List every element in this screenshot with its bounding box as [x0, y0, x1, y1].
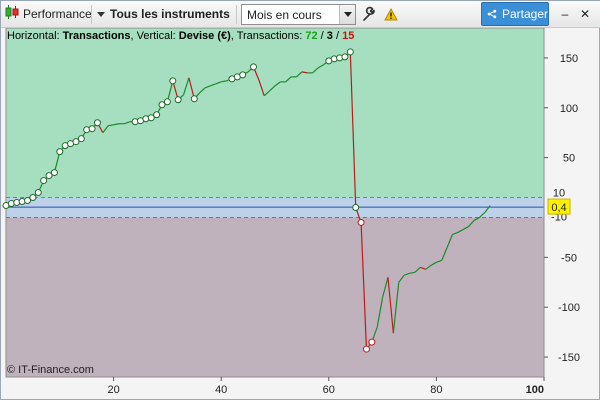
performance-chart: 20 40 60 80 10015010050-50-100-15010-100,4 H… [1, 28, 599, 399]
y-tick-label: -100 [558, 302, 580, 314]
watermark: © IT-Finance.com [7, 364, 94, 376]
instrument-label: Tous les instruments [110, 7, 230, 21]
performance-window: Performance Tous les instruments Mois en… [0, 0, 600, 400]
positive-zone [6, 28, 544, 198]
y-tick-label: 50 [563, 153, 575, 165]
data-point [341, 53, 349, 61]
period-select[interactable]: Mois en cours [241, 4, 356, 25]
data-point [56, 148, 64, 156]
data-point [357, 218, 365, 226]
data-point [40, 177, 48, 185]
share-button[interactable]: Partager [481, 2, 549, 26]
performance-button[interactable]: Performance [23, 4, 92, 24]
minimize-button[interactable]: – [556, 4, 574, 24]
data-point [352, 203, 360, 211]
period-value: Mois en cours [247, 7, 322, 22]
data-point [50, 169, 58, 177]
chart-info-line: Horizontal: Transactions, Vertical: Devi… [7, 30, 354, 42]
warning-triangle-icon[interactable] [383, 4, 399, 24]
data-point [77, 135, 85, 143]
data-point [34, 189, 42, 197]
x-tick-label: 60 [323, 384, 335, 396]
data-point [346, 48, 354, 56]
data-point [163, 98, 171, 106]
toolbar-divider [236, 5, 237, 24]
data-point [88, 125, 96, 133]
data-point [368, 338, 376, 346]
close-button[interactable]: ✕ [576, 4, 594, 24]
data-point [93, 119, 101, 127]
negative-zone [6, 217, 544, 377]
current-value-label: 0,4 [551, 202, 566, 214]
chevron-down-icon[interactable] [339, 5, 355, 24]
data-point [174, 96, 182, 104]
triangle-down-icon [97, 11, 105, 17]
share-label: Partager [501, 7, 548, 21]
share-icon [487, 9, 497, 19]
y-tick-label: -150 [558, 352, 580, 364]
wrench-icon[interactable] [359, 4, 379, 24]
data-point [362, 345, 370, 353]
y-tick-label: -50 [561, 252, 577, 264]
candlestick-chart-icon[interactable] [5, 4, 19, 20]
y-tick-label: 150 [560, 53, 578, 65]
x-tick-label: 80 [430, 384, 442, 396]
x-tick-label: 20 [107, 384, 119, 396]
neutral-upper-label: 10 [553, 188, 565, 200]
x-tick-label: 100 [526, 384, 544, 396]
toolbar: Performance Tous les instruments Mois en… [1, 1, 600, 28]
instrument-selector[interactable]: Tous les instruments [97, 4, 230, 24]
data-point [239, 71, 247, 79]
data-point [169, 77, 177, 85]
y-tick-label: 100 [560, 103, 578, 115]
toolbar-divider [91, 5, 92, 24]
data-point [190, 95, 198, 103]
data-point [153, 111, 161, 119]
data-point [249, 63, 257, 71]
data-point [29, 194, 37, 202]
x-tick-label: 40 [215, 384, 227, 396]
